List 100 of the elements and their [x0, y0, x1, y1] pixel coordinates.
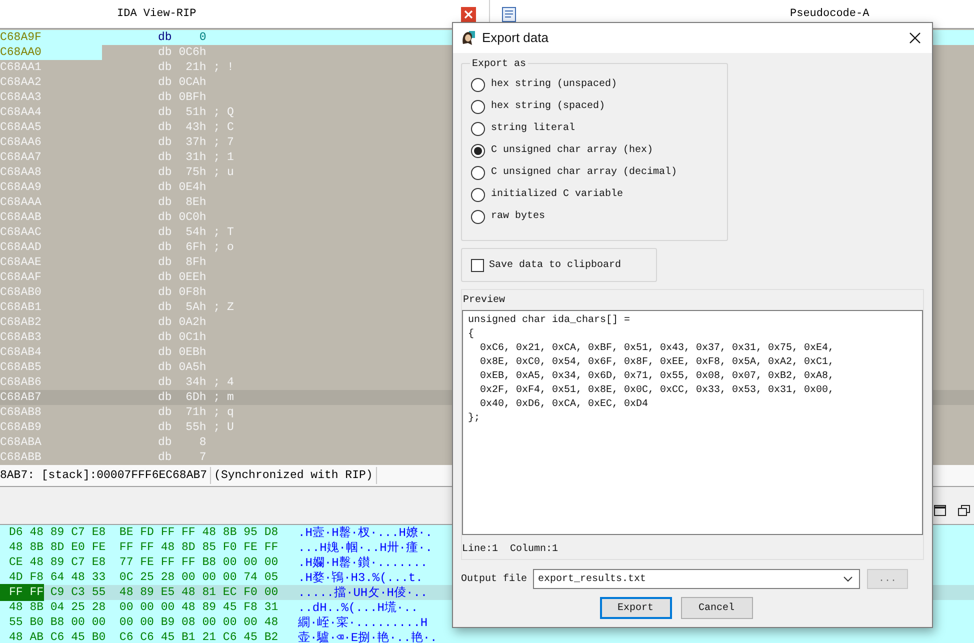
sync-status: (Synchronized with RIP)	[211, 466, 377, 484]
instruction-text: db 0EEh	[158, 270, 206, 286]
address-text: C68AA2	[0, 75, 42, 90]
instruction-text: db 0BFh	[158, 90, 206, 106]
document-icon[interactable]	[502, 6, 516, 22]
preview-text-area[interactable]: unsigned char ida_chars[] = { 0xC6, 0x21, 0xCA, 0xBF, 0x51, 0x43, 0x37, 0x31, 0x75, 0xE4, 0x8E, 0xC0, 0x54, 0x6F, 0x8F, 0xEE, 0xF8, 0x5A, 0xA2, 0xC1, 0xEB, 0xA5, 0x34, 0x6D, 0x71, 0x55, 0x08, 0x07, 0xB2, 0xA8, 0x2F, 0xF4, 0x51, 0x8E, 0x0C, 0xCC, 0x33, 0x53, 0x31, 0x00, 0x40, 0xD6, 0xCA, 0xEC, 0xD4 };	[462, 310, 923, 535]
app-icon	[460, 30, 476, 46]
ascii-text: .H婺·鴇·H3.%(...t.	[298, 570, 423, 586]
dialog-button[interactable]: Export	[600, 597, 672, 619]
radio-label: initialized C variable	[491, 188, 624, 202]
ascii-text: .H孄·H罊·鑚·.......	[298, 554, 428, 571]
instruction-text: db 54h ; T	[158, 224, 234, 241]
instruction-text: db 0EBh	[158, 344, 206, 361]
radio-label: string literal	[491, 122, 576, 136]
ascii-text: .H壼·H罊·杈·...H嫽·.	[298, 525, 432, 541]
radio-button[interactable]	[471, 78, 485, 92]
address-text: C68AB9	[0, 420, 42, 435]
instruction-text: db 31h ; 1	[158, 150, 234, 166]
address-text: C68AA7	[0, 150, 42, 165]
address-text: C68AA8	[0, 165, 42, 180]
address-text: C68AB7	[0, 390, 42, 405]
radio-button[interactable]	[471, 210, 485, 224]
ascii-text: ...H媿·帼·..H卅·瘇·.	[298, 540, 432, 556]
location-text: 8AB7: [stack]:00007FFF6EC68AB7	[0, 466, 212, 484]
instruction-text: db 5Ah ; Z	[158, 300, 234, 316]
instruction-text: db 51h ; Q	[158, 104, 234, 121]
address-text: C68ABB	[0, 450, 42, 465]
instruction-text: db 6Dh ; m	[158, 390, 234, 406]
address-text: C68AA5	[0, 120, 42, 135]
address-text: C68AB3	[0, 330, 42, 345]
ascii-text: .....擋·UH攵·H倰·..	[298, 584, 428, 601]
instruction-text: db 34h ; 4	[158, 374, 234, 391]
address-text: C68AAF	[0, 270, 42, 285]
instruction-text: db 0E4h	[158, 180, 206, 196]
instruction-text: db 0F8h	[158, 284, 206, 301]
section-label: Preview	[462, 294, 506, 308]
radio-button[interactable]	[471, 122, 485, 136]
address-text: C68AB0	[0, 285, 42, 300]
hex-bytes: FF FF C9 C3 55 48 89 E5 48 81 EC F0 00	[0, 584, 298, 602]
address-text: C68AB2	[0, 315, 42, 330]
address-text: C68AA3	[0, 90, 42, 105]
address-text: C68AA9	[0, 180, 42, 195]
address-text: C68A9F	[0, 30, 42, 45]
radio-button[interactable]	[471, 100, 485, 114]
radio-label: C unsigned char array (hex)	[491, 144, 654, 158]
instruction-text: db 37h ; 7	[158, 134, 234, 151]
hex-bytes: 55 B0 B8 00 00 00 00 B9 08 00 00 00 48	[8, 614, 280, 631]
radio-button[interactable]	[471, 144, 485, 158]
ascii-text: 壶·驢·⌫·E捌·艳·..艳·.	[298, 630, 438, 643]
address-text: C68AAE	[0, 255, 42, 270]
instruction-text: db 6Fh ; o	[158, 240, 234, 256]
instruction-text: db 0C0h	[158, 210, 206, 226]
instruction-text: db 21h ; !	[158, 60, 234, 76]
maximize-icon[interactable]	[934, 505, 946, 516]
instruction-text: db 75h ; u	[158, 164, 234, 181]
checkbox-label: Save data to clipboard	[489, 258, 622, 272]
radio-label: raw bytes	[491, 210, 546, 224]
ascii-text: 繝·峌·寀·.........H	[298, 614, 428, 631]
cursor-position: Line:1 Column:1	[462, 542, 560, 557]
address-text: C68AAA	[0, 195, 42, 210]
address-text: C68AB6	[0, 375, 42, 390]
dialog-button[interactable]: Cancel	[680, 597, 752, 619]
instruction-text: db 0	[158, 30, 206, 46]
hex-bytes: D6 48 89 C7 E8 BE FD FF FF 48 8B 95 D8	[8, 525, 280, 541]
close-icon[interactable]	[909, 32, 921, 44]
hex-bytes: 48 8B 04 25 28 00 00 00 48 89 45 F8 31	[8, 600, 280, 616]
instruction-text: db 43h ; C	[158, 120, 234, 136]
instruction-text: db 0CAh	[158, 74, 206, 91]
instruction-text: db 8Fh	[158, 254, 206, 271]
field-label: Output file	[461, 572, 528, 586]
address-text: C68AA1	[0, 60, 42, 75]
instruction-text: db 8	[158, 434, 206, 451]
address-text: C68AA0	[0, 45, 102, 60]
hex-bytes: 48 8B 8D E0 FE FF FF 48 8D 85 F0 FE FF	[8, 540, 280, 556]
radio-button[interactable]	[471, 188, 485, 202]
address-text: C68AB1	[0, 300, 42, 315]
instruction-text: db 0A2h	[158, 314, 206, 331]
restore-icon[interactable]	[958, 505, 970, 516]
hex-bytes: CE 48 89 C7 E8 77 FE FF FF B8 00 00 00	[8, 554, 280, 571]
address-text: C68AA4	[0, 105, 42, 120]
instruction-text: db 55h ; U	[158, 420, 234, 436]
radio-button[interactable]	[471, 166, 485, 180]
tab-title[interactable]: IDA View-RIP	[117, 6, 196, 22]
ascii-text: ..dH..%(...H塃·..	[298, 600, 418, 616]
radio-label: hex string (unspaced)	[491, 78, 618, 92]
address-text: C68AAC	[0, 225, 42, 240]
radio-label: hex string (spaced)	[491, 100, 606, 114]
checkbox[interactable]	[471, 258, 484, 272]
address-text: C68AA6	[0, 135, 42, 150]
instruction-text: db 0C1h	[158, 330, 206, 346]
instruction-text: db 8Eh	[158, 194, 206, 211]
instruction-text: db 7	[158, 450, 206, 465]
address-text: C68AAB	[0, 210, 42, 225]
dialog-title: Export data	[482, 29, 548, 48]
address-text: C68AB4	[0, 345, 42, 360]
address-text: C68AAD	[0, 240, 42, 255]
instruction-text: db 0A5h	[158, 360, 206, 376]
output-file-combo[interactable]: export_results.txt	[533, 569, 860, 589]
dropdown-caret-icon	[843, 576, 853, 582]
tab-title[interactable]: Pseudocode-A	[790, 6, 870, 22]
